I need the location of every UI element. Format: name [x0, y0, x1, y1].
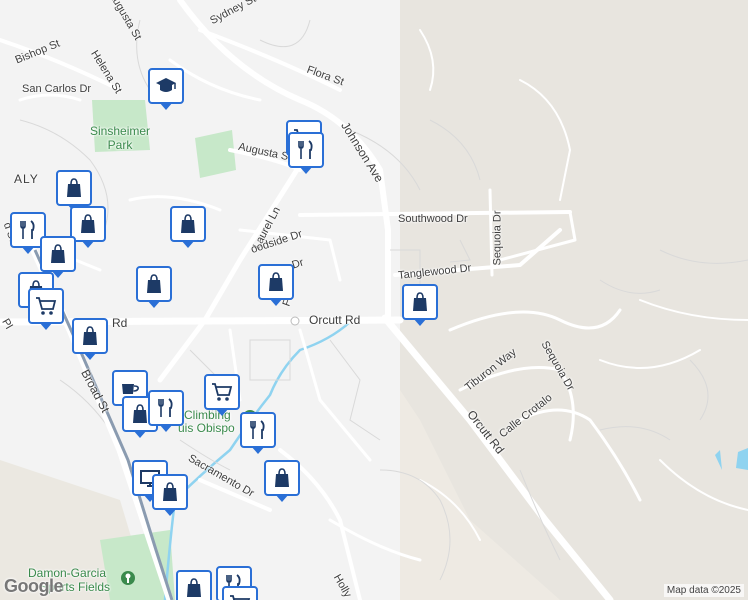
poi-marker-restaurant[interactable] [288, 132, 324, 174]
poi-marker-cart[interactable] [28, 288, 64, 330]
street-label-orcutt-horizontal: Orcutt Rd [309, 313, 361, 327]
shopping-bag-icon [163, 482, 177, 501]
shopping-bag-icon [181, 214, 195, 233]
poi-marker-shopping-bag[interactable] [152, 474, 188, 516]
shopping-bag-icon [67, 178, 81, 197]
poi-marker-shopping-bag[interactable] [136, 266, 172, 308]
poi-marker-shopping-bag[interactable] [176, 570, 212, 600]
google-logo[interactable]: Google [4, 576, 64, 597]
map-canvas[interactable]: Sydney St Augusta St Bishop St Helena St… [0, 0, 748, 600]
poi-marker-shopping-bag[interactable] [264, 460, 300, 502]
school-icon [156, 78, 176, 92]
map-attribution[interactable]: Map data ©2025 [663, 584, 744, 597]
shopping-bag-icon [51, 244, 65, 263]
street-label-sequoia-upper: Sequoia Dr [491, 210, 504, 266]
restaurant-icon [158, 398, 173, 417]
shopping-bag-icon [187, 578, 201, 597]
cart-icon [36, 297, 57, 315]
street-label-italy: ALY [14, 172, 39, 186]
shopping-bag-icon [269, 272, 283, 291]
place-label-sinsheimer-park[interactable]: Sinsheimer Park [90, 124, 150, 152]
poi-marker-shopping-bag[interactable] [170, 206, 206, 248]
shopping-bag-icon [83, 326, 97, 345]
shopping-bag-icon [147, 274, 161, 293]
shopping-bag-icon [81, 214, 95, 233]
street-label-san-carlos: San Carlos Dr [22, 83, 92, 95]
poi-marker-restaurant[interactable] [240, 412, 276, 454]
poi-marker-shopping-bag[interactable] [70, 206, 106, 248]
poi-marker-cart[interactable] [204, 374, 240, 416]
shopping-bag-icon [275, 468, 289, 487]
cart-icon [230, 595, 251, 600]
street-label-orcutt-left: Rd [112, 316, 128, 330]
restaurant-icon [298, 140, 313, 159]
street-label-southwood: Southwood Dr [398, 213, 468, 225]
poi-marker-restaurant[interactable] [148, 390, 184, 432]
restaurant-icon [20, 220, 35, 239]
park-place-icon[interactable] [120, 570, 136, 586]
restaurant-icon [250, 420, 265, 439]
poi-marker-school[interactable] [148, 68, 184, 110]
poi-marker-cart[interactable] [222, 586, 258, 600]
cart-icon [212, 383, 233, 401]
poi-marker-shopping-bag[interactable] [56, 170, 92, 212]
poi-marker-shopping-bag[interactable] [402, 284, 438, 326]
poi-marker-shopping-bag[interactable] [72, 318, 108, 360]
poi-marker-shopping-bag[interactable] [40, 236, 76, 278]
shopping-bag-icon [413, 292, 427, 311]
poi-marker-shopping-bag[interactable] [258, 264, 294, 306]
place-label-climbing-line2[interactable]: uis Obispo [178, 421, 235, 435]
